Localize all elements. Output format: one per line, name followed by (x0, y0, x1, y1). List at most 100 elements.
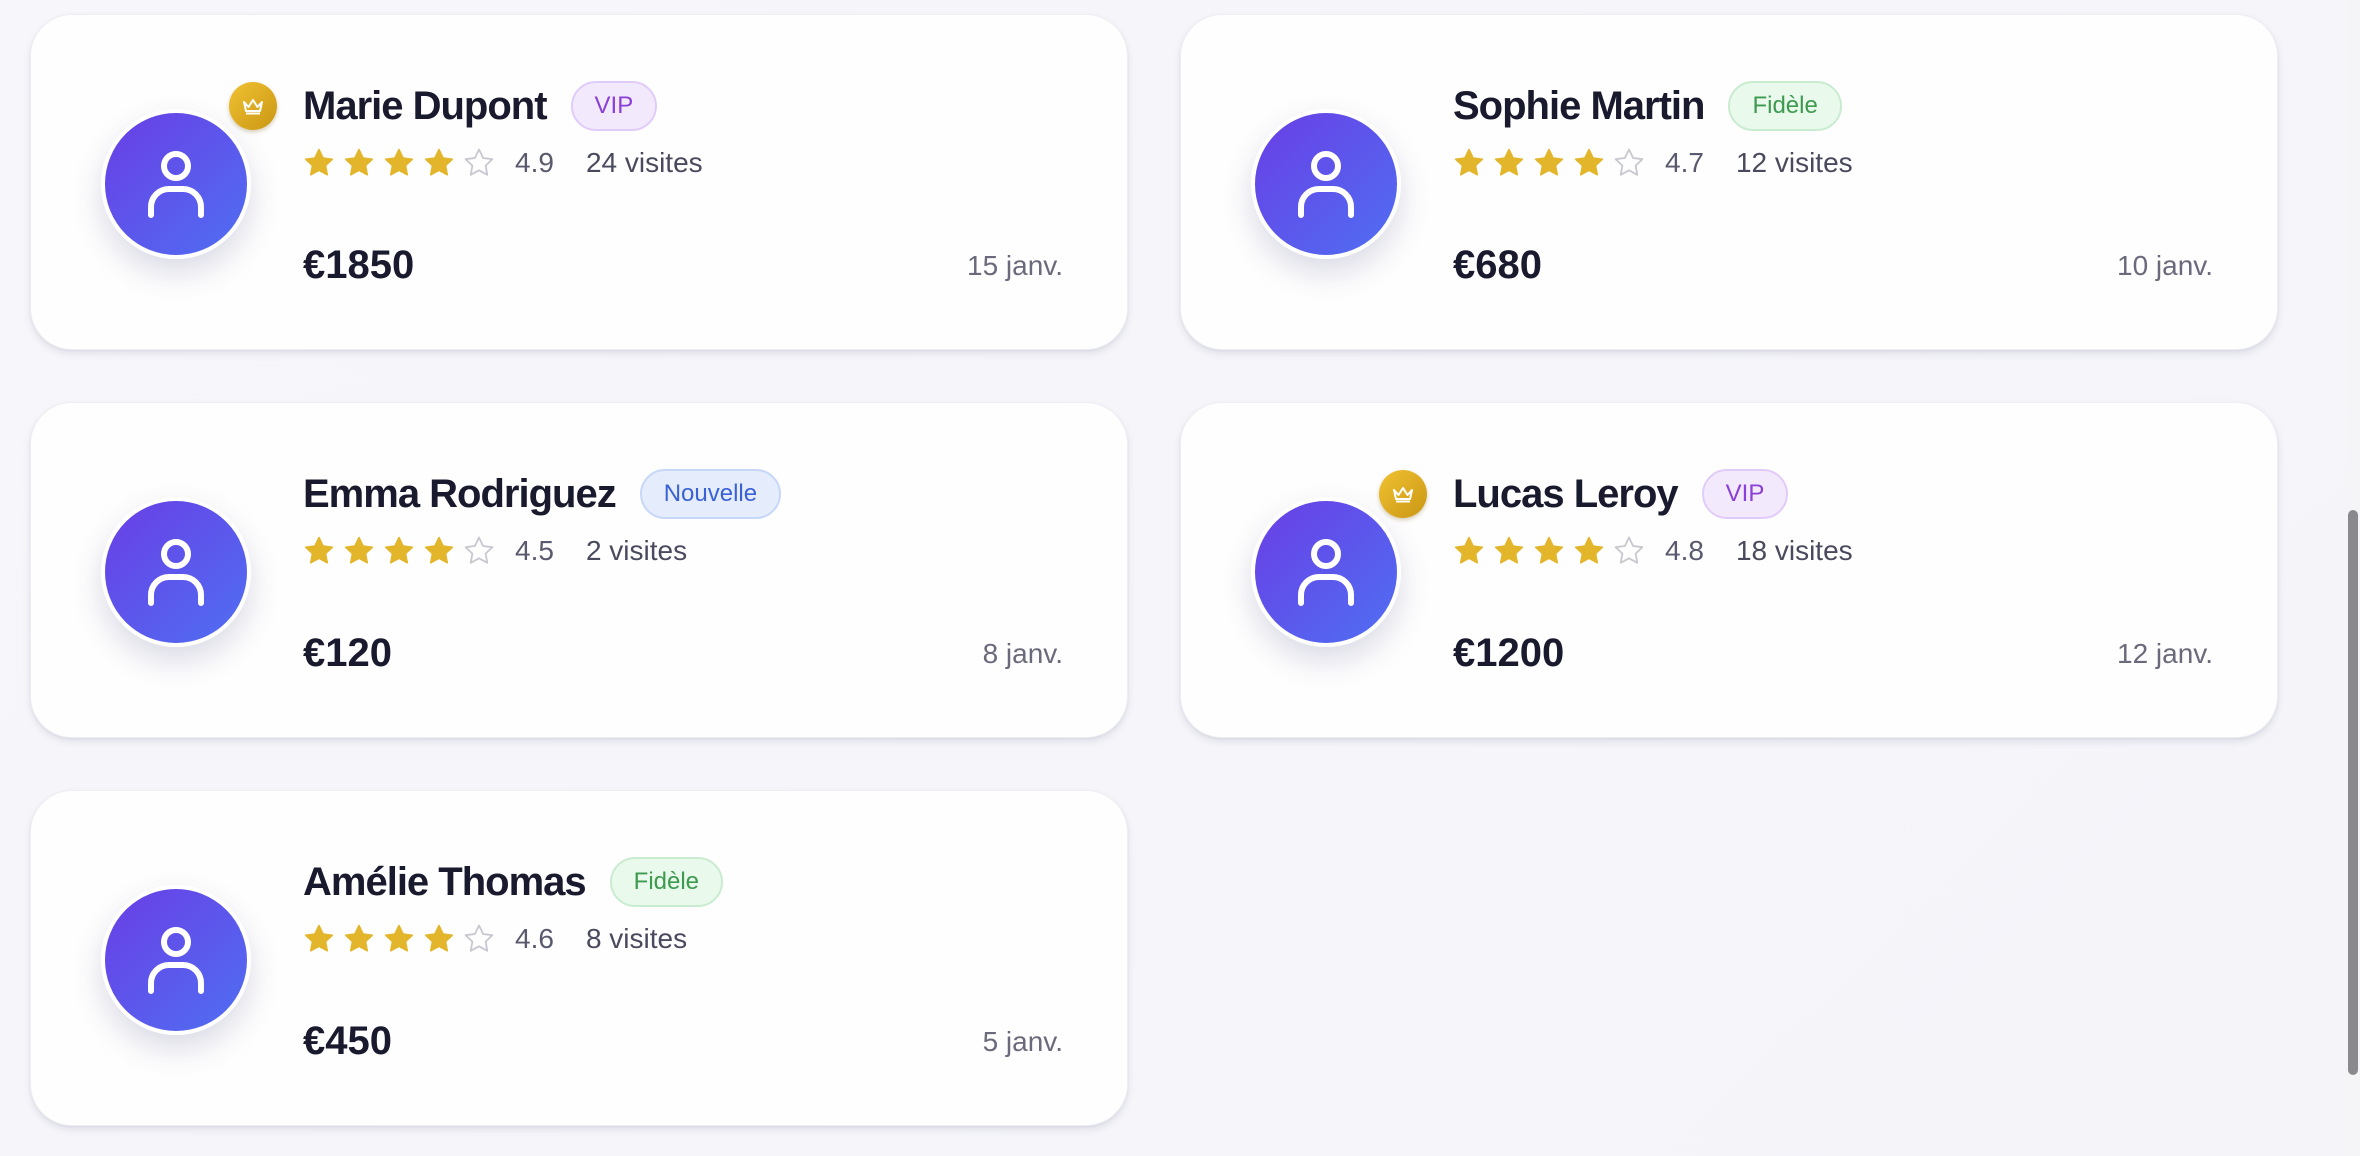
star-outline-icon (464, 148, 494, 176)
client-card[interactable]: Emma Rodriguez Nouvelle 4.5 2 visites €1… (30, 402, 1128, 738)
visit-count: 24 visites (585, 147, 703, 178)
visit-count: 18 visites (1735, 535, 1853, 566)
star-icon (1454, 148, 1484, 176)
crown-icon (1393, 487, 1413, 503)
last-visit-date: 5 janv. (982, 1025, 1063, 1057)
star-icon (384, 536, 414, 564)
user-icon (1298, 539, 1354, 606)
star-rating (303, 535, 503, 567)
user-icon (1298, 151, 1354, 218)
star-icon (304, 924, 334, 952)
star-rating (1453, 535, 1653, 567)
avatar-wrap (1251, 109, 1401, 259)
star-icon (344, 924, 374, 952)
name-row: Marie Dupont VIP (303, 79, 1063, 133)
star-icon (424, 924, 454, 952)
avatar (1251, 109, 1401, 259)
star-outline-icon (1614, 148, 1644, 176)
star-rating (303, 923, 503, 955)
client-info: Emma Rodriguez Nouvelle 4.5 2 visites (303, 467, 1063, 571)
rating-value: 4.9 (515, 147, 554, 178)
star-icon (1574, 148, 1604, 176)
rating-value: 4.8 (1665, 535, 1704, 566)
user-icon (148, 927, 204, 994)
last-visit-date: 12 janv. (2117, 637, 2213, 669)
card-footer: €1850 15 janv. (303, 243, 1063, 288)
star-outline-icon (1614, 536, 1644, 564)
visit-count: 8 visites (585, 923, 688, 954)
client-info: Amélie Thomas Fidèle 4.6 8 visites (303, 855, 1063, 959)
star-icon (424, 536, 454, 564)
star-icon (1454, 536, 1484, 564)
avatar (101, 109, 251, 259)
star-outline-icon (464, 924, 494, 952)
last-visit-date: 8 janv. (982, 637, 1063, 669)
avatar (101, 497, 251, 647)
star-icon (344, 536, 374, 564)
crown-badge (1379, 470, 1427, 518)
last-visit-date: 10 janv. (2117, 249, 2213, 281)
user-icon (148, 151, 204, 218)
scrollbar-thumb[interactable] (2348, 510, 2358, 1075)
total-spent: €1850 (303, 243, 415, 287)
client-card[interactable]: Marie Dupont VIP 4.9 24 visites €1850 15… (30, 14, 1128, 350)
avatar-wrap (101, 497, 251, 647)
visit-count: 2 visites (585, 535, 688, 566)
star-rating (303, 147, 503, 179)
total-spent: €450 (303, 1019, 392, 1063)
client-name: Marie Dupont (303, 83, 548, 128)
avatar (101, 885, 251, 1035)
avatar (1251, 497, 1401, 647)
star-icon (344, 148, 374, 176)
rating-row: 4.8 18 visites (1453, 531, 2213, 571)
rating-value: 4.5 (515, 535, 554, 566)
last-visit-date: 15 janv. (967, 249, 1063, 281)
rating-value: 4.7 (1665, 147, 1704, 178)
star-icon (1494, 148, 1524, 176)
client-card[interactable]: Amélie Thomas Fidèle 4.6 8 visites €450 … (30, 790, 1128, 1126)
star-icon (1534, 148, 1564, 176)
total-spent: €1200 (1453, 631, 1565, 675)
client-name: Lucas Leroy (1453, 471, 1679, 516)
client-info: Marie Dupont VIP 4.9 24 visites (303, 79, 1063, 183)
rating-row: 4.6 8 visites (303, 919, 1063, 959)
client-card[interactable]: Sophie Martin Fidèle 4.7 12 visites €680… (1180, 14, 2278, 350)
status-badge: Nouvelle (639, 469, 782, 519)
card-footer: €120 8 janv. (303, 631, 1063, 676)
rating-row: 4.7 12 visites (1453, 143, 2213, 183)
client-info: Sophie Martin Fidèle 4.7 12 visites (1453, 79, 2213, 183)
rating-value: 4.6 (515, 923, 554, 954)
user-icon (148, 539, 204, 606)
star-icon (424, 148, 454, 176)
card-footer: €1200 12 janv. (1453, 631, 2213, 676)
rating-row: 4.5 2 visites (303, 531, 1063, 571)
star-icon (1574, 536, 1604, 564)
client-grid: Marie Dupont VIP 4.9 24 visites €1850 15… (30, 14, 2278, 1126)
avatar-wrap (101, 885, 251, 1035)
client-name: Amélie Thomas (303, 859, 587, 904)
star-icon (1494, 536, 1524, 564)
star-rating (1453, 147, 1653, 179)
total-spent: €680 (1453, 243, 1542, 287)
client-name: Emma Rodriguez (303, 471, 617, 516)
visit-count: 12 visites (1735, 147, 1853, 178)
crown-badge (229, 82, 277, 130)
star-icon (384, 924, 414, 952)
status-badge: VIP (570, 81, 658, 131)
card-footer: €450 5 janv. (303, 1019, 1063, 1064)
name-row: Lucas Leroy VIP (1453, 467, 2213, 521)
client-card[interactable]: Lucas Leroy VIP 4.8 18 visites €1200 12 … (1180, 402, 2278, 738)
name-row: Emma Rodriguez Nouvelle (303, 467, 1063, 521)
star-icon (304, 536, 334, 564)
scrollbar[interactable] (2346, 0, 2360, 1156)
status-badge: VIP (1701, 469, 1789, 519)
client-info: Lucas Leroy VIP 4.8 18 visites (1453, 467, 2213, 571)
name-row: Amélie Thomas Fidèle (303, 855, 1063, 909)
crown-icon (243, 99, 263, 115)
client-name: Sophie Martin (1453, 83, 1705, 128)
star-icon (384, 148, 414, 176)
star-icon (304, 148, 334, 176)
star-icon (1534, 536, 1564, 564)
avatar-wrap (1251, 470, 1427, 647)
rating-row: 4.9 24 visites (303, 143, 1063, 183)
